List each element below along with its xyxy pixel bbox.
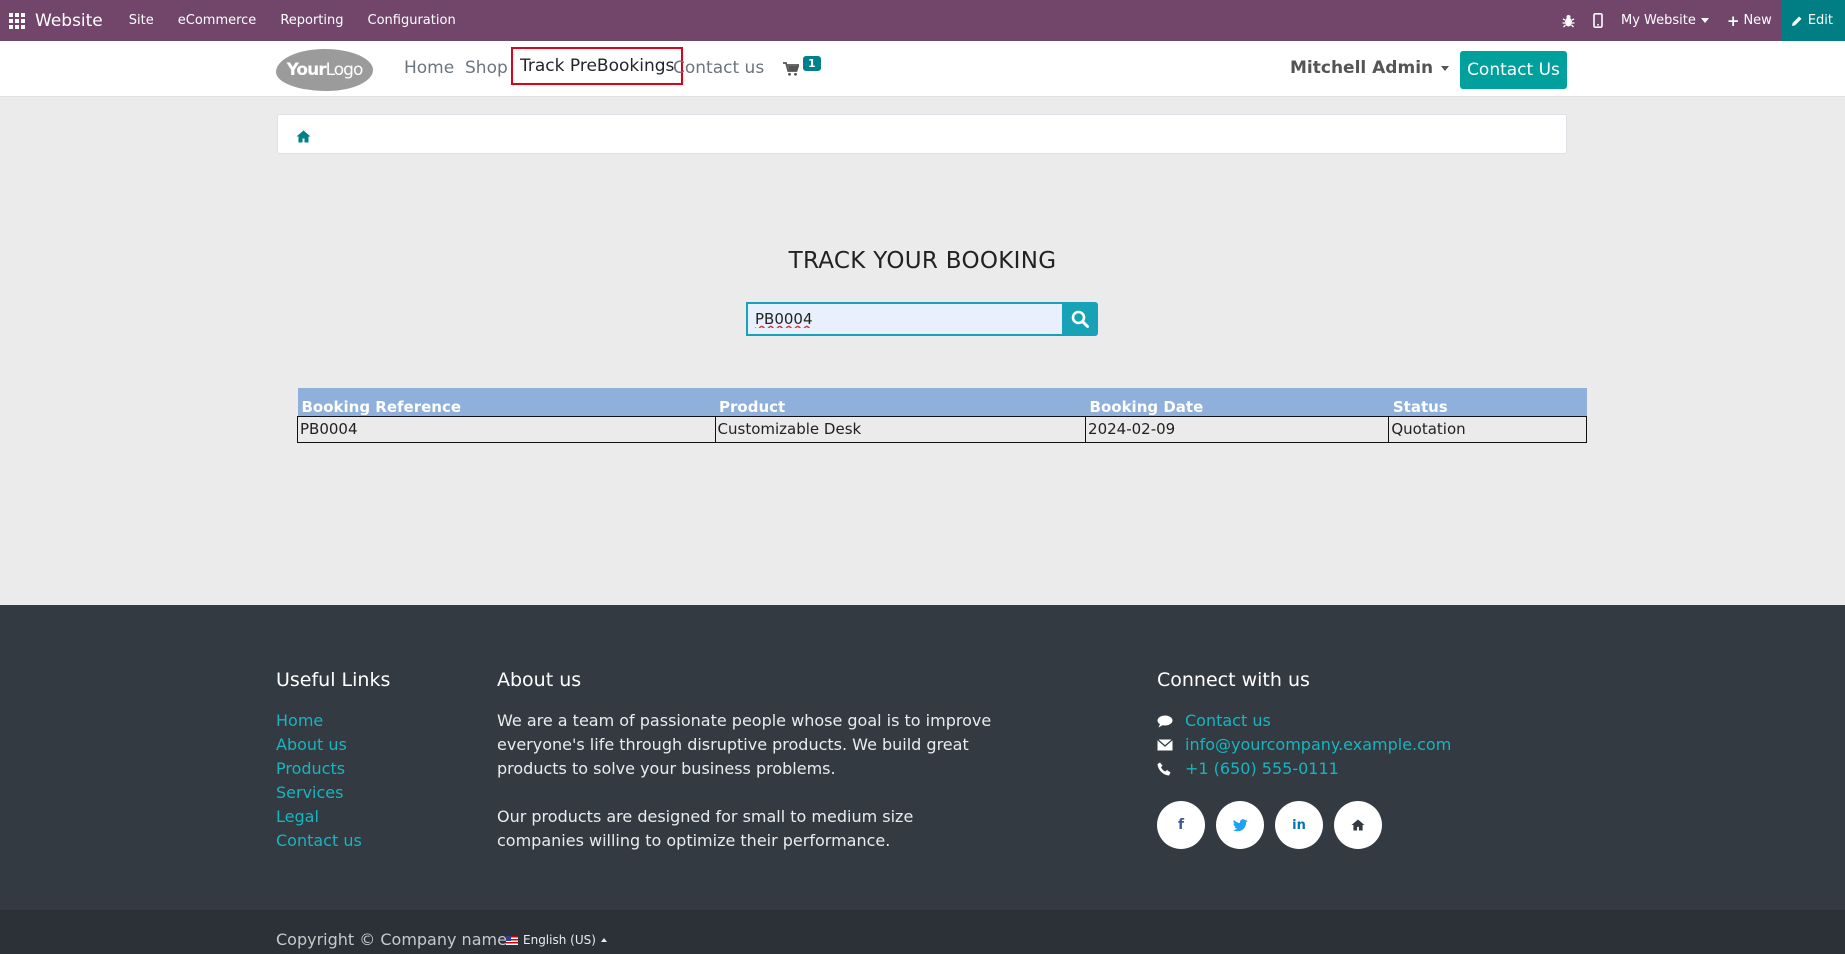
twitter-icon[interactable] (1216, 801, 1264, 849)
table-header-row: Booking Reference Product Booking Date S… (297, 388, 1587, 416)
footer-link-services[interactable]: Services (276, 781, 390, 805)
logo-text: Logo (325, 60, 364, 80)
linkedin-icon[interactable]: in (1275, 801, 1323, 849)
about-us-paragraph-2: Our products are designed for small to m… (497, 807, 914, 850)
product-cell: Customizable Desk (714, 415, 1087, 443)
useful-links-title: Useful Links (276, 669, 391, 691)
us-flag-icon (506, 935, 518, 945)
nav-shop[interactable]: Shop (465, 58, 508, 78)
menu-configuration[interactable]: Configuration (356, 13, 468, 28)
search-icon (1071, 310, 1089, 328)
pencil-icon (1791, 16, 1802, 26)
edit-button[interactable]: Edit (1780, 0, 1845, 41)
booking-date-cell: 2024-02-09 (1085, 415, 1390, 443)
new-button[interactable]: + New (1718, 12, 1781, 30)
booking-results-table: Booking Reference Product Booking Date S… (297, 388, 1587, 443)
about-us-section: About us We are a team of passionate peo… (497, 669, 1017, 853)
booking-search (746, 302, 1098, 336)
company-logo[interactable]: Your Logo (276, 49, 373, 91)
social-links: f in (1157, 801, 1451, 849)
column-header: Status (1388, 388, 1587, 416)
edit-button-label: Edit (1807, 13, 1833, 28)
comment-icon (1157, 715, 1185, 728)
page-title: TRACK YOUR BOOKING (788, 248, 1057, 274)
copyright-text: Copyright © Company name (276, 930, 507, 949)
connect-title: Connect with us (1157, 669, 1310, 691)
debug-bug-icon[interactable] (1553, 14, 1584, 28)
envelope-icon (1157, 739, 1185, 751)
chevron-up-icon (600, 938, 607, 942)
chevron-down-icon (1700, 18, 1709, 23)
mobile-preview-icon[interactable] (1584, 13, 1612, 28)
useful-links-section: Useful Links Home About us Products Serv… (276, 669, 390, 853)
status-cell: Quotation (1388, 415, 1587, 443)
website-header: Your Logo Home Shop Track PreBookings Con… (0, 41, 1845, 97)
phone-icon (1157, 762, 1185, 776)
language-selector[interactable]: English (US) (506, 933, 607, 947)
footer-link-home[interactable]: Home (276, 709, 390, 733)
nav-track-prebookings[interactable]: Track PreBookings (511, 47, 684, 85)
shopping-cart-icon[interactable] (783, 61, 800, 80)
facebook-icon[interactable]: f (1157, 801, 1205, 849)
new-button-label: New (1743, 13, 1772, 28)
about-us-title: About us (497, 669, 582, 691)
nav-contact-us[interactable]: Contact us (673, 58, 764, 78)
nav-home[interactable]: Home (404, 58, 454, 78)
user-name: Mitchell Admin (1290, 58, 1434, 78)
menu-ecommerce[interactable]: eCommerce (166, 13, 269, 28)
home-icon[interactable] (1334, 801, 1382, 849)
menu-reporting[interactable]: Reporting (268, 13, 355, 28)
apps-menu-icon[interactable] (0, 0, 34, 41)
user-menu[interactable]: Mitchell Admin (1290, 58, 1450, 78)
column-header: Booking Reference (297, 388, 716, 416)
plus-icon: + (1726, 11, 1740, 30)
breadcrumb (277, 114, 1567, 154)
copyright-bar: Copyright © Company name English (US) (0, 910, 1845, 954)
app-brand[interactable]: Website (35, 11, 103, 31)
logo-text-bold: Your (286, 60, 327, 80)
booking-reference-cell: PB0004 (297, 415, 716, 443)
connect-email-link[interactable]: info@yourcompany.example.com (1185, 733, 1451, 757)
footer-link-products[interactable]: Products (276, 757, 390, 781)
contact-us-button[interactable]: Contact Us (1460, 51, 1567, 89)
website-switcher-label: My Website (1621, 13, 1696, 28)
site-footer: Useful Links Home About us Products Serv… (0, 605, 1845, 910)
connect-section: Connect with us Contact us info@yourcomp… (1157, 669, 1451, 849)
website-switcher[interactable]: My Website (1612, 13, 1718, 28)
table-row: PB0004 Customizable Desk 2024-02-09 Quot… (297, 415, 1587, 443)
booking-reference-input[interactable] (746, 302, 1062, 336)
cart-count-badge: 1 (803, 56, 821, 71)
footer-link-about-us[interactable]: About us (276, 733, 390, 757)
menu-site[interactable]: Site (117, 13, 166, 28)
search-button[interactable] (1062, 302, 1098, 336)
about-us-paragraph-1: We are a team of passionate people whose… (497, 711, 992, 778)
home-icon[interactable] (296, 128, 311, 147)
footer-link-contact-us[interactable]: Contact us (276, 829, 390, 853)
connect-contact-link[interactable]: Contact us (1185, 709, 1271, 733)
chevron-down-icon (1441, 65, 1450, 71)
column-header: Product (715, 388, 1086, 416)
admin-navbar: Website Site eCommerce Reporting Configu… (0, 0, 1845, 41)
column-header: Booking Date (1085, 388, 1389, 416)
footer-link-legal[interactable]: Legal (276, 805, 390, 829)
language-label: English (US) (523, 933, 596, 947)
connect-phone-link[interactable]: +1 (650) 555-0111 (1185, 757, 1339, 781)
